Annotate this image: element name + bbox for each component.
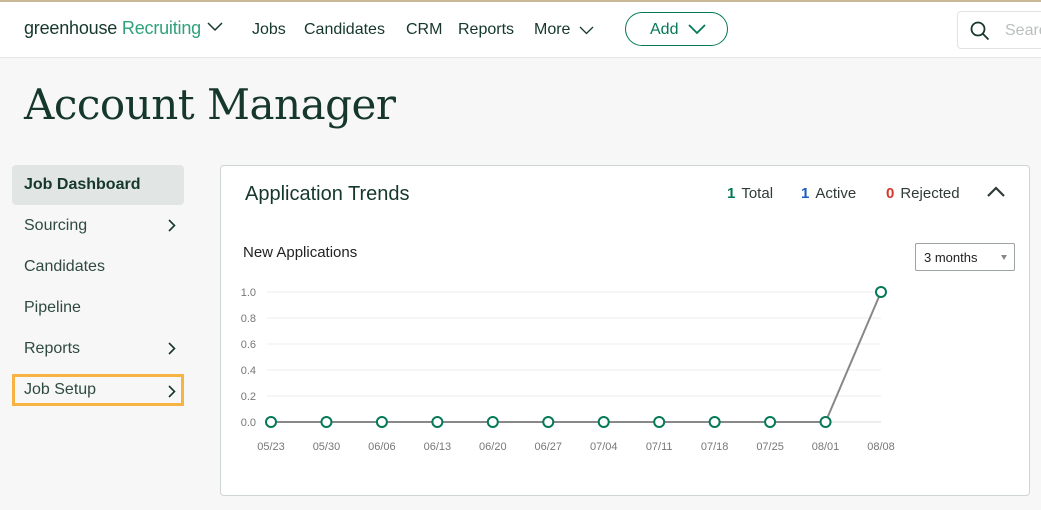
data-point	[764, 416, 777, 428]
data-point	[597, 416, 610, 428]
series-line	[271, 291, 882, 423]
x-tick-label: 07/11	[646, 441, 673, 453]
data-point	[320, 416, 333, 428]
x-tick-label: 08/01	[812, 441, 840, 453]
y-tick-label: 0.2	[241, 391, 256, 403]
data-point	[431, 416, 444, 428]
data-point	[486, 416, 499, 428]
y-tick-label: 1.0	[241, 287, 256, 299]
x-tick-label: 06/13	[424, 441, 452, 453]
x-tick-label: 07/25	[756, 441, 784, 453]
x-tick-label: 05/30	[313, 441, 341, 453]
data-point	[875, 286, 887, 298]
x-tick-label: 08/08	[867, 441, 895, 453]
y-tick-label: 0.4	[241, 365, 256, 377]
x-tick-label: 07/04	[590, 441, 618, 453]
data-point	[375, 416, 388, 428]
new-applications-chart: 0.0 0.2 0.4 0.6 0.8 1.0 05/23 05/30 06/06 06/13 06…	[241, 286, 895, 453]
x-tick-label: 06/20	[479, 441, 507, 453]
data-point	[265, 416, 277, 428]
x-tick-label: 07/18	[701, 441, 729, 453]
x-tick-label: 06/06	[368, 441, 396, 453]
x-tick-label: 05/23	[257, 441, 285, 453]
y-tick-label: 0.0	[241, 417, 256, 429]
data-point	[542, 416, 555, 428]
data-point	[819, 416, 832, 428]
data-point	[653, 416, 666, 428]
y-tick-label: 0.6	[241, 339, 256, 351]
y-tick-label: 0.8	[241, 313, 256, 325]
data-point	[708, 416, 721, 428]
x-tick-label: 06/27	[535, 441, 563, 453]
